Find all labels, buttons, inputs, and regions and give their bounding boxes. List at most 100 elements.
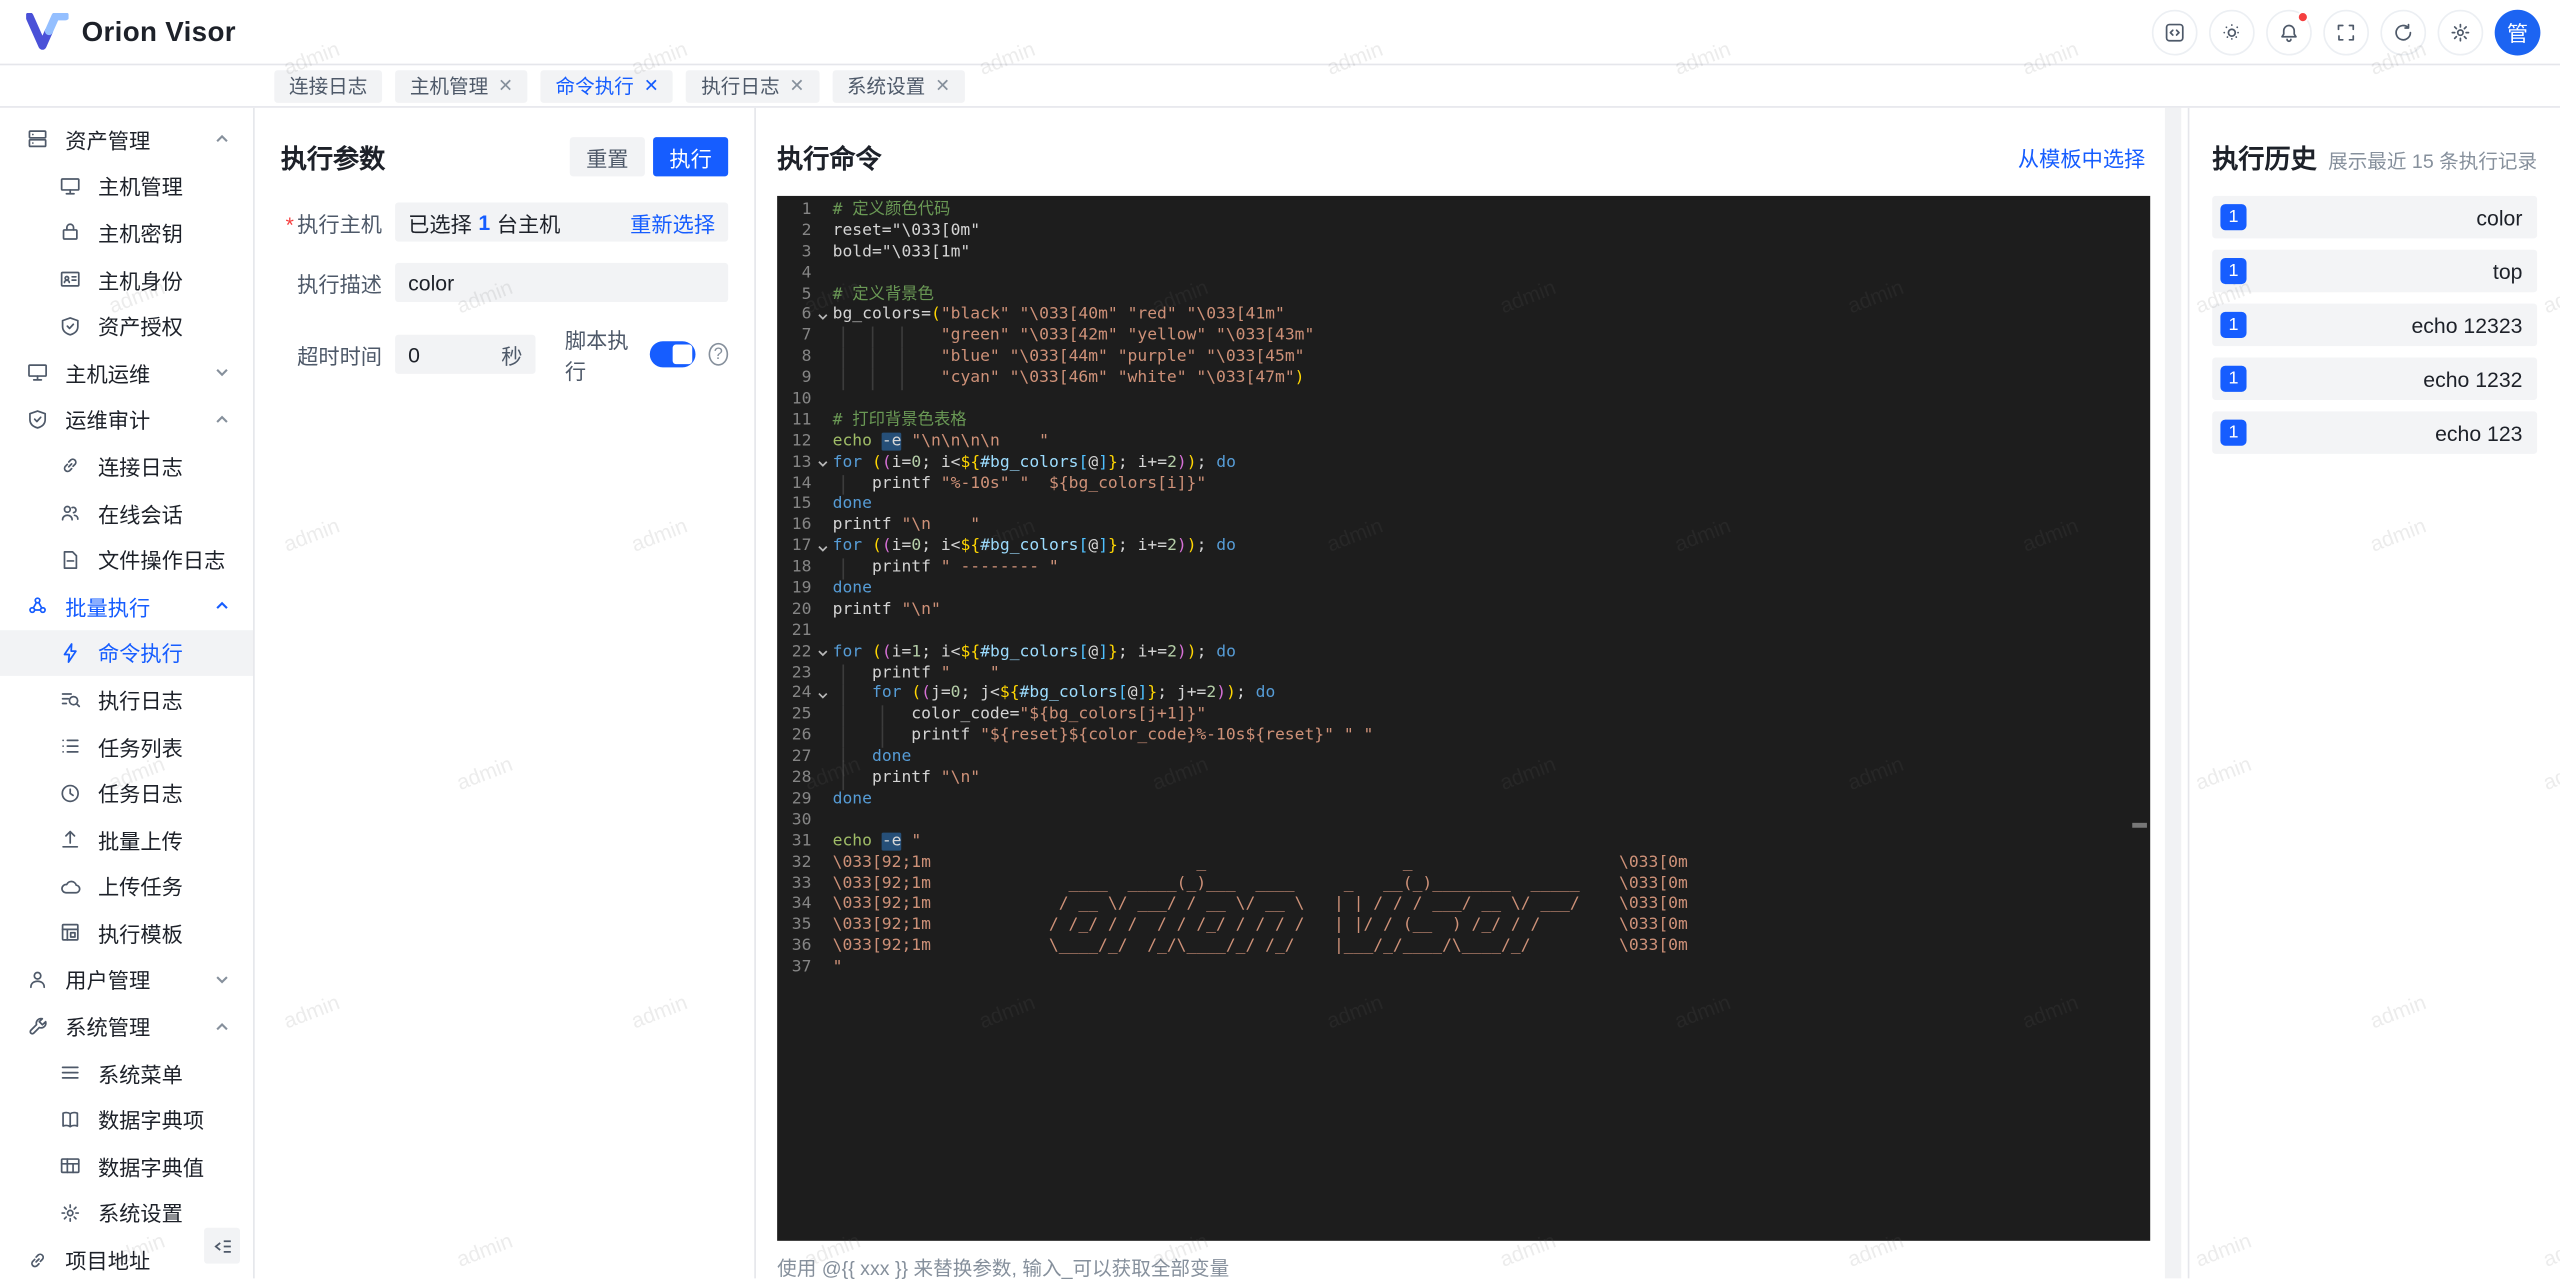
menu-icon — [59, 1062, 82, 1085]
code-line: 37 " — [777, 958, 2150, 979]
required-mark: * — [285, 211, 294, 236]
fold-chevron-icon[interactable] — [811, 453, 832, 474]
tab-item-4[interactable]: 系统设置 ✕ — [832, 69, 965, 103]
sidebar-item-13[interactable]: 任务列表 — [0, 723, 253, 770]
select-from-template-link[interactable]: 从模板中选择 — [2018, 141, 2145, 172]
code-line: 30 — [777, 811, 2150, 832]
sidebar-item-0[interactable]: 资产管理 — [0, 116, 253, 163]
users-icon — [59, 501, 82, 524]
code-line: 23 printf " " — [777, 663, 2150, 685]
history-item-1[interactable]: 1 top — [2212, 249, 2538, 293]
sidebar-item-6[interactable]: 运维审计 — [0, 396, 253, 443]
indent-guide — [842, 474, 845, 496]
tab-label: 命令执行 — [555, 75, 634, 98]
notification-dot — [2297, 10, 2309, 23]
scrollbar-track[interactable] — [2164, 107, 2182, 1279]
notifications-button[interactable] — [2266, 8, 2312, 55]
fold-chevron-icon[interactable] — [811, 306, 832, 327]
sidebar-item-1[interactable]: 主机管理 — [0, 163, 253, 210]
line-number: 4 — [801, 263, 812, 282]
sidebar-item-label: 系统菜单 — [97, 1062, 183, 1087]
fold-chevron-icon[interactable] — [811, 643, 832, 664]
settings-button[interactable] — [2437, 8, 2484, 55]
sidebar-item-11[interactable]: 命令执行 — [0, 629, 254, 677]
help-icon[interactable]: ? — [708, 342, 729, 366]
fold-chevron-icon[interactable] — [811, 685, 832, 706]
sidebar-item-20[interactable]: 系统菜单 — [0, 1050, 253, 1097]
history-item-3[interactable]: 1 echo 1232 — [2212, 357, 2538, 400]
fullscreen-icon — [2337, 23, 2355, 40]
user-icon — [26, 968, 49, 991]
user-avatar[interactable]: 管 — [2494, 8, 2541, 55]
tab-item-2[interactable]: 命令执行 ✕ — [540, 69, 674, 103]
sidebar-item-17[interactable]: 执行模板 — [0, 910, 253, 957]
code-line: 34 \033[92;1m / __ \/ ___/ / __ \/ __ \ |… — [777, 895, 2150, 916]
line-number: 33 — [791, 874, 812, 893]
tab-bar: 连接日志 主机管理 ✕ 命令执行 ✕ 执行日志 ✕ 系统设置 ✕ — [0, 65, 2560, 108]
shield-check-icon — [59, 315, 82, 338]
tab-item-1[interactable]: 主机管理 ✕ — [395, 69, 528, 103]
sidebar-item-19[interactable]: 系统管理 — [0, 1003, 253, 1050]
sidebar-item-label: 命令执行 — [97, 642, 183, 667]
tab-close-icon[interactable]: ✕ — [644, 75, 659, 97]
sidebar-item-3[interactable]: 主机身份 — [0, 256, 253, 303]
sidebar-item-18[interactable]: 用户管理 — [0, 956, 253, 1003]
code-text: color_code="${bg_colors[j+1]}" — [833, 705, 2151, 727]
history-item-4[interactable]: 1 echo 123 — [2212, 411, 2538, 454]
line-number: 13 — [791, 453, 812, 472]
settings-icon — [2451, 22, 2470, 41]
sidebar-item-21[interactable]: 数据字典项 — [0, 1096, 253, 1143]
reselect-link[interactable]: 重新选择 — [630, 207, 715, 238]
monitor-icon — [26, 361, 49, 384]
fullscreen-button[interactable] — [2323, 8, 2369, 55]
line-number: 29 — [791, 790, 812, 809]
sidebar-item-label: 任务日志 — [97, 782, 183, 807]
reset-button[interactable]: 重置 — [569, 137, 645, 177]
code-text: "green" "\033[42m" "yellow" "\033[43m" — [833, 327, 2151, 349]
sidebar-item-8[interactable]: 在线会话 — [0, 489, 253, 536]
sidebar-item-10[interactable]: 批量执行 — [0, 583, 253, 630]
sidebar-item-15[interactable]: 批量上传 — [0, 816, 253, 863]
fold-chevron-icon[interactable] — [811, 538, 832, 559]
tab-close-icon[interactable]: ✕ — [789, 75, 804, 97]
sidebar-item-2[interactable]: 主机密钥 — [0, 209, 253, 256]
chevron-up-icon — [214, 411, 230, 427]
timeout-input[interactable]: 0 秒 — [395, 334, 536, 374]
tab-label: 连接日志 — [288, 75, 368, 98]
sidebar-item-9[interactable]: 文件操作日志 — [0, 536, 253, 583]
sidebar-item-12[interactable]: 执行日志 — [0, 676, 253, 723]
sidebar-item-4[interactable]: 资产授权 — [0, 303, 253, 350]
tab-close-icon[interactable]: ✕ — [498, 75, 513, 97]
theme-button[interactable] — [2208, 8, 2255, 55]
theme-icon — [2223, 23, 2241, 41]
cloud-icon — [59, 875, 82, 898]
history-item-0[interactable]: 1 color — [2212, 195, 2538, 239]
tab-item-0[interactable]: 连接日志 — [274, 69, 383, 103]
tab-close-icon[interactable]: ✕ — [935, 75, 950, 97]
sidebar-item-16[interactable]: 上传任务 — [0, 863, 253, 910]
code-text: done — [832, 579, 872, 598]
code-window-button[interactable] — [2151, 8, 2198, 55]
history-item-2[interactable]: 1 echo 12323 — [2212, 303, 2538, 347]
code-editor[interactable]: 1 # 定义颜色代码 2 reset="\033[0m" 3 bold="\033[1m"… — [777, 195, 2151, 1241]
code-line: 28 printf "\n" — [777, 769, 2150, 791]
script-exec-toggle[interactable] — [649, 341, 696, 368]
code-text: " — [832, 958, 843, 977]
run-button[interactable]: 执行 — [653, 137, 729, 177]
sidebar-collapse-button[interactable] — [204, 1227, 240, 1264]
desc-input[interactable]: color — [395, 262, 729, 303]
sidebar-item-14[interactable]: 任务日志 — [0, 769, 253, 816]
tab-item-3[interactable]: 执行日志 ✕ — [686, 69, 820, 103]
server-icon — [26, 128, 49, 151]
sidebar-item-7[interactable]: 连接日志 — [0, 443, 253, 490]
sidebar-item-5[interactable]: 主机运维 — [0, 349, 253, 396]
code-text: \033[92;1m _ _ \033[0m — [832, 853, 1688, 872]
sidebar-item-22[interactable]: 数据字典值 — [0, 1143, 253, 1190]
refresh-button[interactable] — [2380, 8, 2427, 55]
code-line: 17 for ((i=0; i<${#bg_colors[@]}; i+=2));… — [777, 538, 2150, 559]
host-field[interactable]: 已选择 1 台主机 重新选择 — [395, 202, 729, 242]
line-number: 36 — [791, 937, 812, 956]
